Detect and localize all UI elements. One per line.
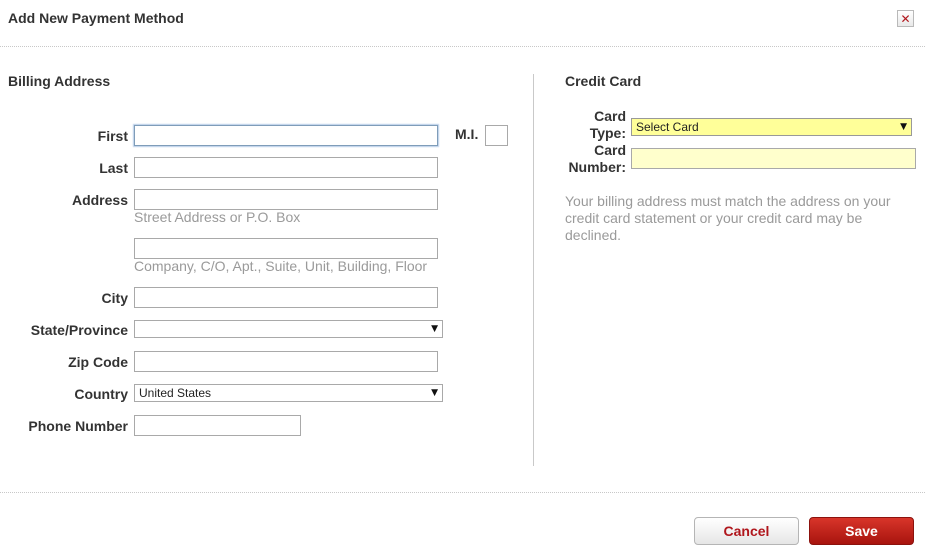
last-name-input[interactable]	[134, 157, 438, 178]
chevron-down-icon: ▼	[431, 388, 438, 398]
middle-initial-label: M.I.	[455, 126, 479, 142]
city-input[interactable]	[134, 287, 438, 308]
card-number-label-line1: Card	[594, 142, 626, 158]
zip-input[interactable]	[134, 351, 438, 372]
add-payment-dialog: Add New Payment Method ✕ Billing Address…	[0, 0, 925, 553]
state-select[interactable]: ▼	[134, 320, 443, 338]
address-line2-input[interactable]	[134, 238, 438, 259]
first-name-label: First	[97, 128, 128, 144]
column-divider	[533, 74, 534, 466]
middle-initial-input[interactable]	[485, 125, 508, 146]
zip-label: Zip Code	[68, 354, 128, 370]
billing-address-note: Your billing address must match the addr…	[565, 193, 891, 243]
cancel-button[interactable]: Cancel	[694, 517, 799, 545]
address-label: Address	[71, 192, 128, 208]
address-line2-hint: Company, C/O, Apt., Suite, Unit, Buildin…	[134, 258, 428, 274]
card-type-selected-value: Select Card	[636, 120, 699, 134]
chevron-down-icon: ▼	[431, 324, 438, 334]
card-type-label: Card Type:	[565, 108, 626, 142]
chevron-down-icon: ▼	[900, 122, 907, 132]
header-divider	[0, 46, 925, 47]
card-type-label-line2: Type:	[589, 125, 626, 141]
phone-label: Phone Number	[28, 418, 128, 434]
address-line1-hint: Street Address or P.O. Box	[134, 209, 301, 225]
billing-section-title: Billing Address	[8, 73, 111, 89]
card-number-label-line2: Number:	[568, 159, 626, 175]
state-label: State/Province	[30, 322, 128, 338]
last-name-label: Last	[99, 160, 128, 176]
card-number-input[interactable]	[631, 148, 916, 169]
city-label: City	[101, 290, 128, 306]
save-button[interactable]: Save	[809, 517, 914, 545]
close-button[interactable]: ✕	[897, 10, 914, 27]
country-select[interactable]: United States ▼	[134, 384, 443, 402]
country-label: Country	[74, 386, 128, 402]
credit-card-section-title: Credit Card	[565, 73, 642, 89]
footer-divider	[0, 492, 925, 493]
close-icon: ✕	[900, 11, 911, 26]
phone-input[interactable]	[134, 415, 301, 436]
card-type-label-line1: Card	[594, 108, 626, 124]
first-name-input[interactable]	[134, 125, 438, 146]
dialog-title: Add New Payment Method	[8, 10, 184, 26]
address-line1-input[interactable]	[134, 189, 438, 210]
country-selected-value: United States	[139, 386, 212, 400]
card-type-select[interactable]: Select Card ▼	[631, 118, 912, 136]
card-number-label: Card Number:	[565, 142, 626, 176]
